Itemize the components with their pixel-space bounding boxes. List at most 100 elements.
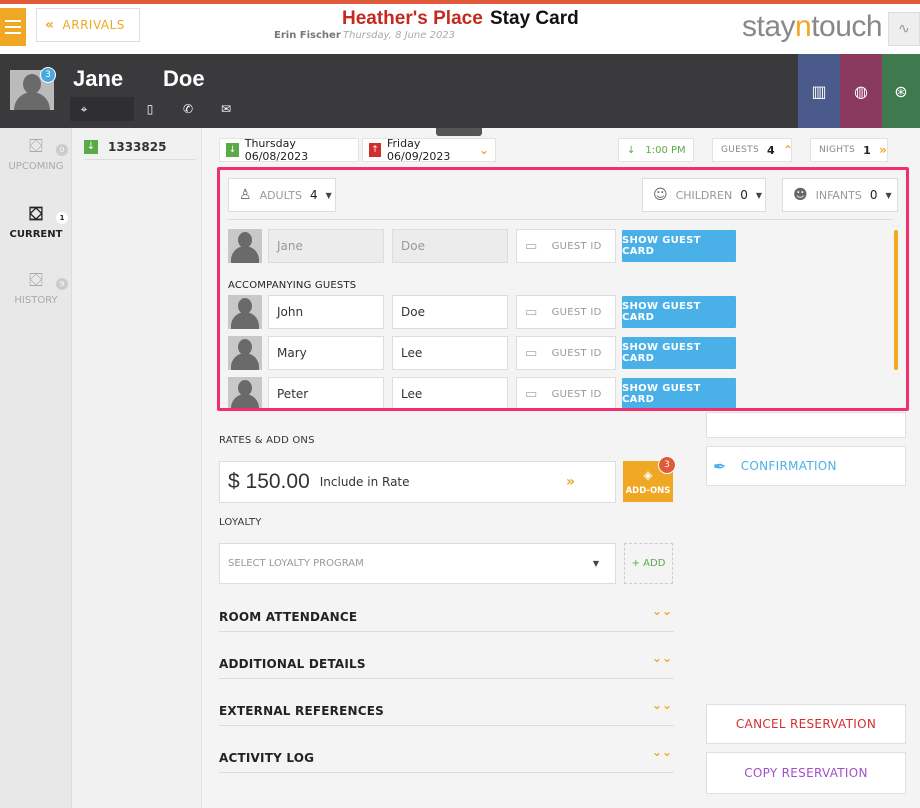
drag-handle[interactable] — [436, 128, 482, 136]
show-guest-card-button[interactable]: SHOW GUEST CARD — [622, 378, 736, 408]
adults-dropdown[interactable]: ♙ ADULTS 4 ▼ — [228, 178, 336, 212]
section-external-references[interactable]: EXTERNAL REFERENCES ⌄⌄ — [219, 698, 674, 726]
menu-icon-line — [5, 26, 21, 28]
id-card-icon: ▭ — [525, 238, 538, 254]
arrival-time[interactable]: ↓ 1:00 PM — [618, 138, 694, 162]
double-chevron-right-icon: » — [566, 474, 576, 490]
profile-circles-icon[interactable]: ⊛ — [882, 54, 920, 128]
caret-down-icon: ▼ — [755, 190, 763, 200]
loyalty-program-select[interactable]: SELECT LOYALTY PROGRAM ▼ — [219, 543, 616, 584]
contact-bar: ⌖ ▯ ✆ ✉ — [70, 97, 236, 121]
double-chevron-down-icon: ⌄⌄ — [651, 604, 672, 618]
show-guest-card-button[interactable]: SHOW GUEST CARD — [622, 230, 736, 262]
brand-logo: stayntouch — [742, 10, 883, 43]
arrow-down-icon: ↓ — [627, 144, 636, 156]
business-date: Thursday, 8 June 2023 — [343, 30, 456, 41]
mobile-phone-icon[interactable]: ▯ — [140, 102, 160, 116]
back-label: ARRIVALS — [62, 18, 125, 32]
primary-first-name: Jane — [268, 229, 384, 263]
arrival-date[interactable]: ↓ Thursday 06/08/2023 — [219, 137, 359, 163]
id-card-icon: ▭ — [525, 386, 538, 402]
back-to-arrivals-button[interactable]: « ARRIVALS — [36, 8, 140, 42]
guest-id-button[interactable]: ▭ GUEST ID — [516, 295, 616, 329]
reservation-item[interactable]: ↓ 1333825 — [84, 134, 196, 160]
show-guest-card-button[interactable]: SHOW GUEST CARD — [622, 337, 736, 369]
caret-down-icon: ▼ — [325, 190, 332, 200]
globe-icon[interactable]: ◍ — [840, 54, 882, 128]
nav-history[interactable]: ⛋ HISTORY 9 — [0, 270, 72, 306]
reservation-number: 1333825 — [108, 139, 167, 154]
nights-count[interactable]: NIGHTS 1 » — [810, 138, 888, 162]
guest-avatar — [228, 295, 262, 329]
guest-first-name-input[interactable]: Mary — [268, 336, 384, 370]
routing-button[interactable] — [706, 412, 906, 438]
add-ons-count-badge: 3 — [658, 456, 676, 474]
section-room-attendance[interactable]: ROOM ATTENDANCE ⌄⌄ — [219, 604, 674, 632]
guest-first-name-input[interactable]: John — [268, 295, 384, 329]
email-icon[interactable]: ✉ — [216, 102, 236, 116]
chevron-up-icon: ⌃ — [782, 143, 794, 157]
departure-arrow-icon: ↑ — [369, 143, 381, 157]
arrival-arrow-icon: ↓ — [226, 143, 239, 157]
double-chevron-down-icon: ⌄⌄ — [651, 698, 672, 712]
accompanying-guests-label: ACCOMPANYING GUESTS — [228, 280, 357, 291]
guest-last-name-input[interactable]: Doe — [392, 295, 508, 329]
menu-icon-line — [5, 32, 21, 34]
double-chevron-down-icon: ⌄⌄ — [651, 745, 672, 759]
activity-icon[interactable]: ∿ — [888, 12, 920, 46]
id-card-icon: ▭ — [525, 345, 538, 361]
nav-upcoming[interactable]: ⛋ UPCOMING 0 — [0, 136, 72, 172]
menu-button[interactable] — [0, 8, 26, 46]
nav-current[interactable]: ⛋ CURRENT 1 — [0, 204, 72, 240]
loyalty-section-label: LOYALTY — [219, 517, 262, 528]
guest-first-name: Jane — [73, 66, 124, 91]
chevron-down-icon: ⌄ — [478, 143, 489, 157]
avatar-badge: 3 — [40, 67, 56, 83]
caret-down-icon: ▼ — [592, 559, 599, 568]
guest-avatar — [228, 336, 262, 370]
panel-scrollbar[interactable] — [894, 230, 898, 370]
double-chevron-right-icon: » — [879, 143, 888, 157]
location-field[interactable]: ⌖ — [70, 97, 134, 121]
cancel-reservation-button[interactable]: CANCEL RESERVATION — [706, 704, 906, 744]
children-dropdown[interactable]: ☺ CHILDREN 0 ▼ — [642, 178, 766, 212]
guest-id-button[interactable]: ▭ GUEST ID — [516, 229, 616, 263]
guest-last-name-input[interactable]: Lee — [392, 336, 508, 370]
hotel-name: Heather's Place — [342, 8, 483, 29]
infants-dropdown[interactable]: ☻ INFANTS 0 ▼ — [782, 178, 898, 212]
guest-last-name-input[interactable]: Lee — [392, 377, 508, 408]
primary-last-name: Doe — [392, 229, 508, 263]
confirmation-button[interactable]: ✒ CONFIRMATION — [706, 446, 906, 486]
guests-count[interactable]: GUESTS 4 ⌃ — [712, 138, 794, 162]
add-loyalty-button[interactable]: + ADD — [624, 543, 673, 584]
menu-icon-line — [5, 20, 21, 22]
copy-reservation-button[interactable]: COPY RESERVATION — [706, 752, 906, 794]
guest-last-name: Doe — [163, 66, 205, 91]
double-chevron-down-icon: ⌄⌄ — [651, 651, 672, 665]
section-additional-details[interactable]: ADDITIONAL DETAILS ⌄⌄ — [219, 651, 674, 679]
location-pin-icon: ⌖ — [80, 101, 88, 116]
building-icon[interactable]: ▥ — [798, 54, 840, 128]
id-card-icon: ▭ — [525, 304, 538, 320]
guest-id-button[interactable]: ▭ GUEST ID — [516, 336, 616, 370]
phone-icon[interactable]: ✆ — [178, 102, 198, 116]
rate-amount: $ 150.00 — [228, 470, 310, 493]
departure-date[interactable]: ↑ Friday 06/09/2023 ⌄ — [362, 137, 496, 163]
child-icon: ☺ — [653, 187, 668, 203]
page-title: Stay Card — [490, 8, 579, 29]
layers-icon: ◈ — [643, 467, 653, 482]
arrow-down-icon: ↓ — [84, 139, 98, 154]
rate-row[interactable]: $ 150.00 Include in Rate » — [219, 461, 616, 503]
caret-down-icon: ▼ — [885, 190, 892, 200]
guest-avatar — [228, 229, 262, 263]
user-name: Erin Fischer — [274, 30, 341, 41]
guest-first-name-input[interactable]: Peter — [268, 377, 384, 408]
reservation-list — [72, 128, 202, 808]
reservation-timeline-nav: ⛋ UPCOMING 0 ⛋ CURRENT 1 ⛋ HISTORY 9 — [0, 128, 72, 808]
section-activity-log[interactable]: ACTIVITY LOG ⌄⌄ — [219, 745, 674, 773]
guest-id-button[interactable]: ▭ GUEST ID — [516, 377, 616, 408]
guest-details-panel: ♙ ADULTS 4 ▼ ☺ CHILDREN 0 ▼ ☻ INFANTS 0 … — [217, 167, 909, 411]
show-guest-card-button[interactable]: SHOW GUEST CARD — [622, 296, 736, 328]
adult-icon: ♙ — [239, 187, 252, 203]
guest-avatar — [228, 377, 262, 408]
